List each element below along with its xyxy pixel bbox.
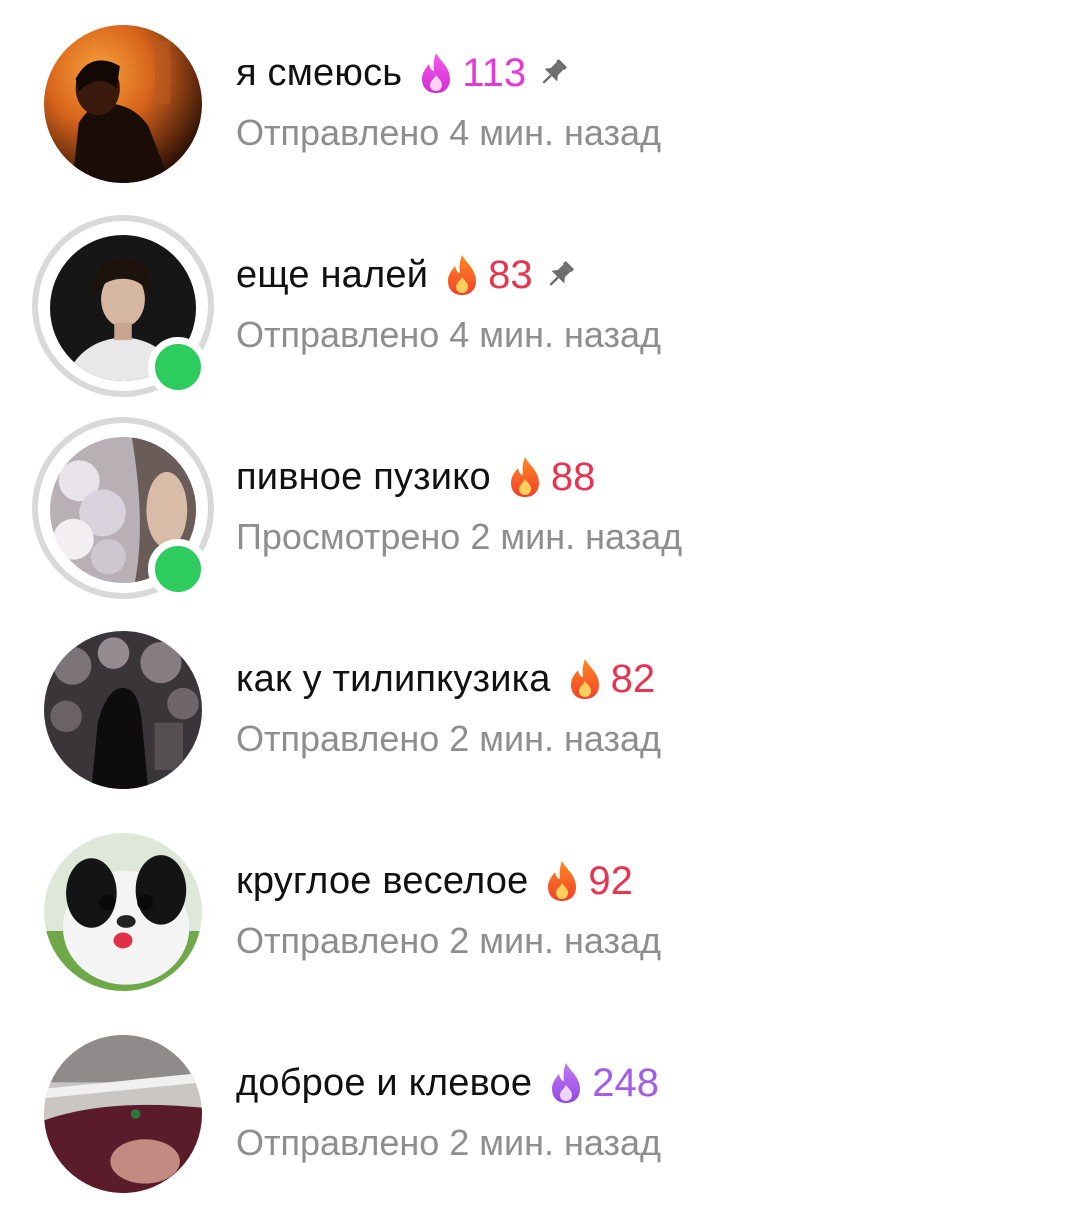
avatar-photo [44, 1035, 202, 1193]
streak-count: 113 [462, 50, 527, 95]
online-indicator [148, 337, 208, 397]
pin-icon [543, 258, 577, 292]
avatar-photo [44, 631, 202, 789]
chat-status: Просмотрено 2 мин. назад [236, 516, 683, 557]
pin-icon [536, 56, 570, 90]
chat-list: я смеюсь 113 Отправлено 4 мин. назад еще… [0, 0, 1080, 1218]
fire-icon [442, 253, 482, 297]
chat-name: я смеюсь [236, 51, 403, 94]
chat-status: Отправлено 4 мин. назад [236, 112, 662, 153]
online-indicator [148, 539, 208, 599]
streak-count: 88 [550, 454, 596, 499]
chat-row[interactable]: круглое веселое 92 Отправлено 2 мин. наз… [0, 808, 1080, 1008]
avatar-photo [44, 25, 202, 183]
streak-count: 92 [588, 858, 633, 903]
chat-row[interactable]: доброе и клевое 248 Отправлено 2 мин. на… [0, 1010, 1080, 1210]
chat-status: Отправлено 4 мин. назад [236, 314, 662, 355]
streak-count: 83 [488, 252, 533, 297]
chat-name: как у тилипкузика [236, 657, 551, 700]
fire-icon [542, 859, 582, 903]
pink-fire-icon [416, 51, 456, 95]
chat-row[interactable]: как у тилипкузика 82 Отправлено 2 мин. н… [0, 606, 1080, 806]
streak-count: 248 [592, 1060, 659, 1105]
chat-row[interactable]: еще налей 83 Отправлено 4 мин. назад [0, 202, 1080, 402]
fire-icon [565, 657, 605, 701]
streak-count: 82 [610, 656, 656, 701]
chat-status: Отправлено 2 мин. назад [236, 718, 662, 759]
chat-status: Отправлено 2 мин. назад [236, 1122, 662, 1163]
purple-fire-icon [546, 1061, 586, 1105]
avatar[interactable] [44, 25, 202, 183]
avatar[interactable] [44, 1035, 202, 1193]
chat-status: Отправлено 2 мин. назад [236, 920, 662, 961]
chat-name: еще налей [236, 253, 429, 296]
avatar[interactable] [44, 833, 202, 991]
chat-row[interactable]: пивное пузико 88 Просмотрено 2 мин. наза… [0, 404, 1080, 604]
avatar[interactable] [44, 631, 202, 789]
avatar[interactable] [32, 215, 214, 397]
chat-name: доброе и клевое [236, 1061, 533, 1104]
avatar[interactable] [32, 417, 214, 599]
fire-icon [505, 455, 545, 499]
chat-name: пивное пузико [236, 455, 491, 498]
avatar-photo [44, 833, 202, 991]
chat-row[interactable]: я смеюсь 113 Отправлено 4 мин. назад [0, 0, 1080, 200]
chat-name: круглое веселое [236, 859, 529, 902]
